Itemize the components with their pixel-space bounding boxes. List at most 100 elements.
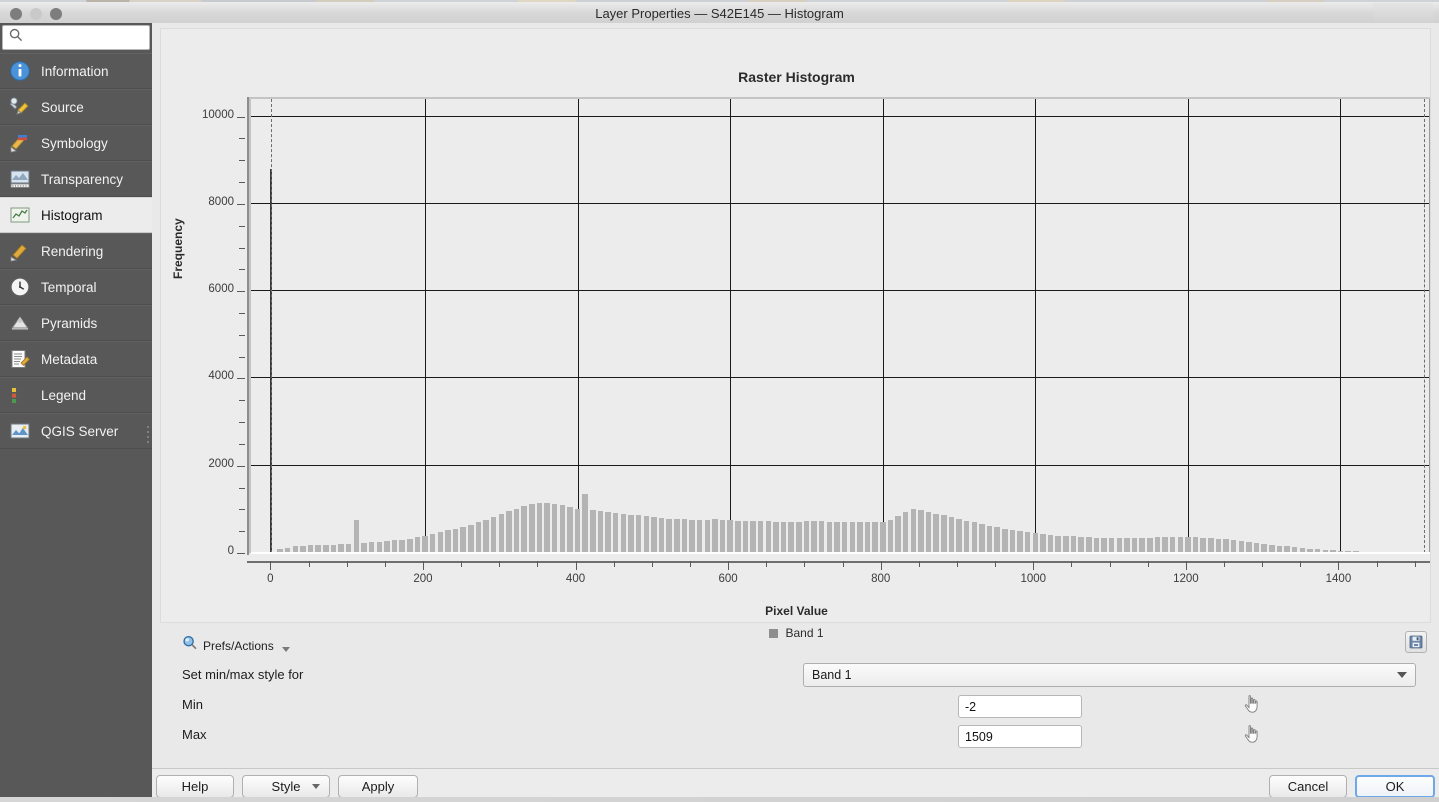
min-picker-button[interactable] (1243, 694, 1261, 714)
min-input[interactable] (958, 695, 1082, 718)
x-axis-tick-major (1185, 561, 1187, 570)
x-axis-tick-minor (346, 561, 348, 567)
max-marker (1423, 99, 1425, 553)
histogram-bar (1070, 536, 1077, 553)
histogram-bar (742, 520, 749, 553)
y-axis-tick-minor (239, 443, 245, 445)
histogram-bar (979, 524, 985, 553)
x-axis-tick-label: 400 (565, 573, 586, 585)
sidebar-item-temporal[interactable]: Temporal (0, 269, 152, 305)
histogram-bar (475, 522, 482, 553)
histogram-bar (1192, 537, 1199, 553)
histogram-bar (559, 505, 566, 553)
search-input[interactable] (27, 30, 143, 45)
sidebar-item-qgis-server[interactable]: QGIS Server (0, 413, 152, 449)
sidebar-item-legend[interactable]: Legend (0, 377, 152, 413)
x-axis-tick-minor (1414, 561, 1416, 567)
histogram-bar (841, 522, 848, 553)
y-axis-tick-minor (239, 531, 245, 533)
x-axis-tick-minor (613, 561, 615, 567)
ok-button[interactable]: OK (1355, 775, 1435, 798)
histogram-bar (834, 521, 840, 553)
histogram-bar (788, 521, 794, 553)
y-axis-tick-label: 2000 (208, 457, 234, 470)
histogram-bar (1086, 537, 1092, 553)
y-axis-tick-label: 4000 (208, 370, 234, 383)
y-axis-tick-minor (239, 247, 245, 249)
style-button[interactable]: Style (242, 775, 330, 798)
help-button[interactable]: Help (156, 775, 234, 798)
histogram-bar (1147, 537, 1153, 553)
histogram-bar (818, 521, 825, 553)
qgis-server-icon (8, 419, 32, 443)
x-axis-tick-minor (499, 561, 501, 567)
histogram-bar (696, 520, 703, 553)
x-axis-tick-minor (1224, 561, 1225, 567)
histogram-bar (1177, 536, 1184, 553)
gridline-vertical (424, 99, 426, 553)
save-icon (1409, 635, 1423, 649)
sidebar-item-label: Rendering (41, 243, 104, 259)
histogram-bar (941, 515, 947, 553)
x-axis-tick-minor (1147, 561, 1149, 567)
sidebar-item-source[interactable]: Source (0, 89, 152, 125)
histogram-bar (902, 511, 909, 553)
plot-inner (251, 99, 1430, 553)
histogram-bar (452, 528, 459, 553)
histogram-bar (864, 522, 871, 553)
x-axis-tick-major (1338, 561, 1340, 570)
sidebar-item-label: Legend (41, 387, 87, 403)
main-panel: Raster Histogram Frequency 0 2000 4000 6000… (152, 23, 1439, 802)
apply-button[interactable]: Apply (338, 775, 418, 798)
style-button-label: Style (271, 779, 301, 794)
histogram-bar (1055, 535, 1061, 553)
sidebar: Information Source Symbology Transparency Hi… (0, 23, 152, 802)
gridline-vertical (1340, 99, 1342, 553)
sidebar-item-information[interactable]: Information (0, 53, 152, 89)
prefs-actions-button[interactable]: Prefs/Actions (182, 635, 290, 656)
max-input[interactable] (958, 725, 1082, 748)
x-axis-tick-minor (1376, 561, 1378, 567)
histogram-bar (1116, 538, 1123, 553)
histogram-bar (590, 510, 596, 553)
save-histogram-button[interactable] (1405, 631, 1427, 653)
histogram-bar (910, 509, 917, 553)
sidebar-item-label: Information (41, 63, 109, 79)
prefs-magnifier-icon (182, 635, 198, 656)
histogram-bar (971, 522, 978, 553)
sidebar-item-symbology[interactable]: Symbology (0, 125, 152, 161)
max-picker-button[interactable] (1243, 724, 1261, 744)
legend-icon (8, 383, 32, 407)
pyramids-icon (8, 311, 32, 335)
prefs-actions-label: Prefs/Actions (203, 638, 274, 653)
histogram-bar (727, 520, 733, 553)
sidebar-item-metadata[interactable]: Metadata (0, 341, 152, 377)
x-axis-tick-major (728, 561, 730, 570)
x-axis-tick-label: 0 (267, 573, 274, 585)
sidebar-item-histogram[interactable]: Histogram (0, 197, 152, 233)
sidebar-resize-grip[interactable] (146, 423, 150, 449)
x-axis-tick-minor (766, 561, 768, 567)
histogram-bar (780, 521, 787, 553)
band-select[interactable]: Band 1 (803, 663, 1416, 687)
sidebar-search[interactable] (2, 25, 150, 50)
histogram-bar (1200, 537, 1206, 553)
gridline-horizontal (251, 377, 1430, 379)
gridline-vertical (882, 99, 884, 553)
x-axis-tick-minor (384, 561, 386, 567)
plot-area[interactable] (249, 97, 1430, 554)
cancel-button[interactable]: Cancel (1269, 775, 1347, 798)
histogram-bar (1124, 538, 1130, 553)
histogram-bar (712, 519, 718, 553)
sidebar-item-pyramids[interactable]: Pyramids (0, 305, 152, 341)
histogram-bar (887, 519, 894, 553)
histogram-bar (872, 522, 878, 553)
legend-swatch-band-1 (769, 628, 779, 638)
sidebar-item-transparency[interactable]: Transparency (0, 161, 152, 197)
y-axis-tick-minor (239, 356, 245, 358)
histogram-bar (1017, 531, 1023, 553)
histogram-bar (826, 521, 833, 553)
x-axis-title: Pixel Value (765, 604, 828, 618)
sidebar-item-rendering[interactable]: Rendering (0, 233, 152, 269)
histogram-bar (1131, 537, 1138, 553)
